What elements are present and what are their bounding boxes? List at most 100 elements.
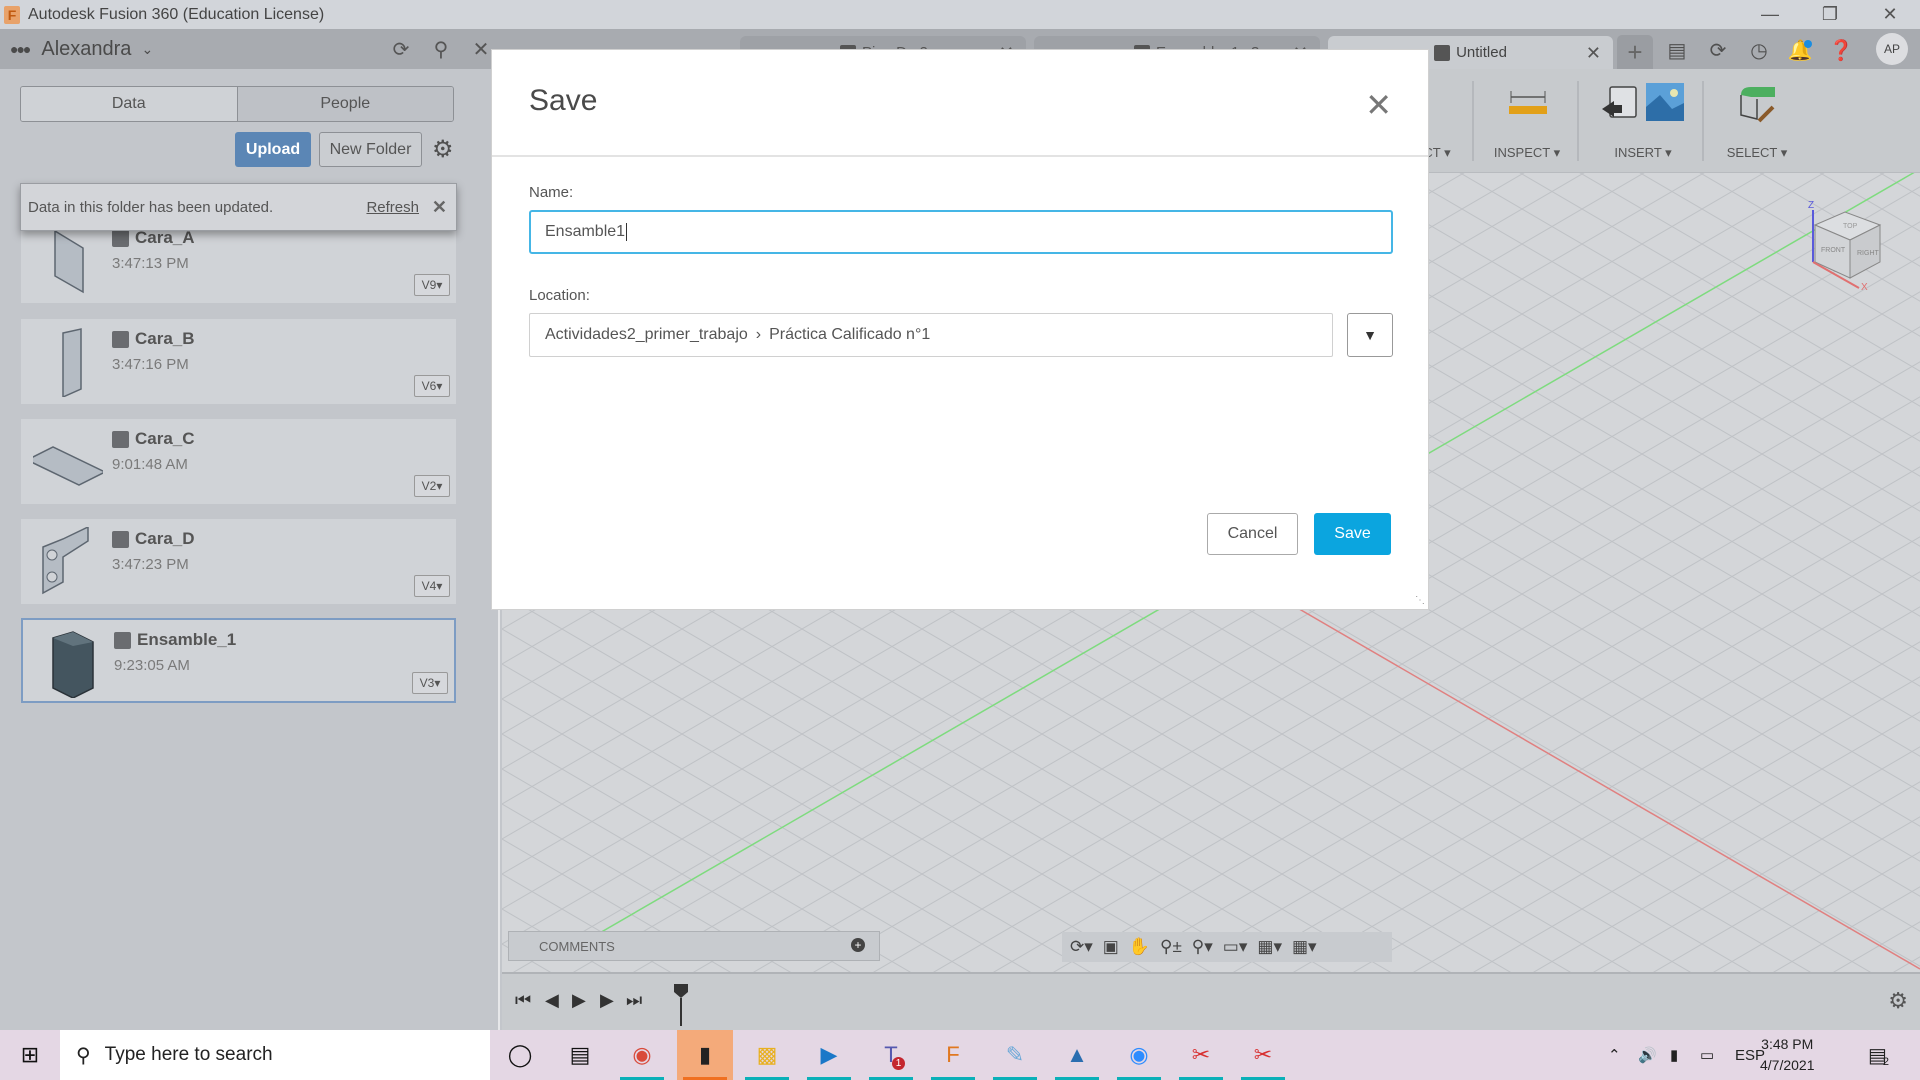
- chrome-icon[interactable]: ◉: [614, 1030, 670, 1080]
- version-dropdown[interactable]: V2 ▾: [414, 475, 450, 497]
- dialog-header: Save ✕: [492, 50, 1428, 157]
- taskbar-search[interactable]: ⚲ Type here to search: [60, 1030, 490, 1080]
- video-app-icon[interactable]: ▶: [801, 1030, 857, 1080]
- refresh-icon[interactable]: ⟳: [388, 29, 414, 69]
- close-banner-icon[interactable]: ✕: [432, 197, 447, 218]
- file-item-selected[interactable]: Ensamble_1 9:23:05 AM V3 ▾: [21, 618, 456, 703]
- first-step-icon[interactable]: ⏮: [515, 990, 531, 1011]
- timeline-marker[interactable]: [674, 984, 688, 1026]
- minimize-icon[interactable]: —: [1740, 0, 1800, 29]
- add-comment-icon[interactable]: +: [851, 938, 865, 952]
- ensamble-thumbnail: [52, 631, 94, 698]
- file-name: Cara_C: [135, 429, 195, 448]
- close-window-icon[interactable]: ✕: [1860, 0, 1920, 29]
- tab-people[interactable]: People: [237, 87, 453, 121]
- name-input[interactable]: Ensamble1: [529, 210, 1393, 254]
- pan-icon[interactable]: ✋: [1129, 937, 1150, 957]
- zoom-icon[interactable]: ⚲±: [1160, 937, 1182, 957]
- play-icon[interactable]: ▶: [572, 990, 586, 1011]
- battery-icon[interactable]: ▮: [1670, 1030, 1678, 1080]
- file-item[interactable]: Cara_C 9:01:48 AM V2 ▾: [21, 419, 456, 504]
- file-explorer-icon[interactable]: ▩: [739, 1030, 795, 1080]
- svg-text:TOP: TOP: [1843, 223, 1858, 230]
- teams-badge: 1: [892, 1057, 905, 1070]
- banner-message: Data in this folder has been updated.: [28, 198, 274, 216]
- orbit-icon[interactable]: ⟳▾: [1070, 937, 1093, 957]
- windows-start-icon[interactable]: ⊞: [0, 1030, 60, 1080]
- search-icon[interactable]: ⚲: [428, 29, 454, 69]
- help-icon[interactable]: ❓: [1826, 35, 1856, 65]
- version-dropdown[interactable]: V3 ▾: [412, 672, 448, 694]
- design-icon: [1434, 44, 1451, 61]
- comment-icon[interactable]: ▤: [1662, 35, 1692, 65]
- version-dropdown[interactable]: V4 ▾: [414, 575, 450, 597]
- job-status-icon[interactable]: ◷: [1744, 35, 1774, 65]
- select-menu[interactable]: SELECT ▾: [1707, 69, 1807, 173]
- insert-derive-icon: [1602, 86, 1637, 118]
- file-item[interactable]: Cara_B 3:47:16 PM V6 ▾: [21, 319, 456, 404]
- window-title: Autodesk Fusion 360 (Education License): [28, 5, 325, 23]
- next-step-icon[interactable]: ▶: [600, 990, 614, 1011]
- zoom-app-icon[interactable]: ◉: [1111, 1030, 1167, 1080]
- restore-icon[interactable]: ❐: [1800, 0, 1860, 29]
- new-folder-button[interactable]: New Folder: [319, 132, 422, 167]
- view-cube[interactable]: TOP FRONT RIGHT Z X: [1805, 200, 1885, 290]
- volume-icon[interactable]: 🔊: [1638, 1030, 1657, 1080]
- file-name: Cara_A: [135, 228, 195, 247]
- notepad-icon[interactable]: ✎: [987, 1030, 1043, 1080]
- display-settings-icon[interactable]: ▭▾: [1223, 937, 1248, 957]
- timeline-settings-icon[interactable]: ⚙: [1888, 988, 1908, 1014]
- cara-d-thumbnail: [42, 527, 89, 595]
- location-label: Location:: [529, 287, 590, 304]
- file-name: Cara_D: [135, 529, 195, 548]
- comments-panel[interactable]: COMMENTS +: [508, 931, 880, 961]
- gear-icon[interactable]: ⚙: [432, 132, 454, 167]
- last-step-icon[interactable]: ⏭: [626, 990, 642, 1011]
- system-clock[interactable]: 3:48 PM 4/7/2021: [1760, 1034, 1815, 1076]
- close-panel-icon[interactable]: ✕: [468, 29, 494, 69]
- resize-handle[interactable]: ⋱: [1415, 595, 1425, 606]
- navigation-bar: ⟳▾ ▣ ✋ ⚲± ⚲▾ ▭▾ ▦▾ ▦▾: [1062, 932, 1392, 962]
- photos-icon[interactable]: ▲: [1049, 1030, 1105, 1080]
- team-switcher[interactable]: ●●● Alexandra ⌄: [10, 29, 153, 69]
- sticky-notes-icon[interactable]: ▮: [677, 1030, 733, 1080]
- task-view-icon[interactable]: ▤: [552, 1030, 608, 1080]
- design-icon: [112, 330, 129, 348]
- insert-menu[interactable]: INSERT ▾: [1584, 69, 1702, 173]
- version-dropdown[interactable]: V6 ▾: [414, 375, 450, 397]
- show-hidden-icons[interactable]: ⌃: [1608, 1030, 1621, 1080]
- viewports-icon[interactable]: ▦▾: [1292, 937, 1317, 957]
- cancel-button[interactable]: Cancel: [1207, 513, 1298, 555]
- look-at-icon[interactable]: ▣: [1103, 937, 1119, 957]
- cara-a-thumbnail: [54, 229, 84, 294]
- location-dropdown-button[interactable]: ▼: [1347, 313, 1393, 357]
- close-tab-icon[interactable]: ✕: [1586, 43, 1601, 64]
- tab-data[interactable]: Data: [21, 87, 238, 121]
- svg-text:FRONT: FRONT: [1821, 247, 1846, 254]
- upload-button[interactable]: Upload: [235, 132, 311, 167]
- extensions-icon[interactable]: ⟳: [1703, 35, 1733, 65]
- snipping-tool-icon[interactable]: ✂: [1173, 1030, 1229, 1080]
- teams-icon[interactable]: T1: [863, 1030, 919, 1080]
- snip-sketch-icon[interactable]: ✂: [1235, 1030, 1291, 1080]
- file-item[interactable]: Cara_D 3:47:23 PM V4 ▾: [21, 519, 456, 604]
- notifications-icon[interactable]: 🔔: [1785, 35, 1815, 65]
- svg-text:RIGHT: RIGHT: [1857, 250, 1880, 257]
- save-button[interactable]: Save: [1314, 513, 1391, 555]
- inspect-menu[interactable]: INSPECT ▾: [1477, 69, 1577, 173]
- refresh-link[interactable]: Refresh: [366, 199, 419, 216]
- action-center-icon[interactable]: ▤ 2: [1868, 1030, 1889, 1080]
- network-icon[interactable]: ▭: [1700, 1030, 1714, 1080]
- close-dialog-icon[interactable]: ✕: [1365, 86, 1392, 124]
- grid-settings-icon[interactable]: ▦▾: [1257, 937, 1282, 957]
- fusion-360-taskbar-icon[interactable]: F: [925, 1030, 981, 1080]
- new-tab-button[interactable]: +: [1617, 35, 1653, 69]
- user-avatar[interactable]: AP: [1876, 33, 1908, 65]
- previous-step-icon[interactable]: ◀: [545, 990, 559, 1011]
- cortana-icon[interactable]: ◯: [492, 1030, 548, 1080]
- version-dropdown[interactable]: V9 ▾: [414, 274, 450, 296]
- svg-text:Z: Z: [1808, 200, 1814, 211]
- data-panel: Data People Upload New Folder ⚙ Data in …: [0, 69, 500, 1030]
- fit-icon[interactable]: ⚲▾: [1192, 937, 1213, 957]
- location-path[interactable]: Actividades2_primer_trabajo › Práctica C…: [529, 313, 1333, 357]
